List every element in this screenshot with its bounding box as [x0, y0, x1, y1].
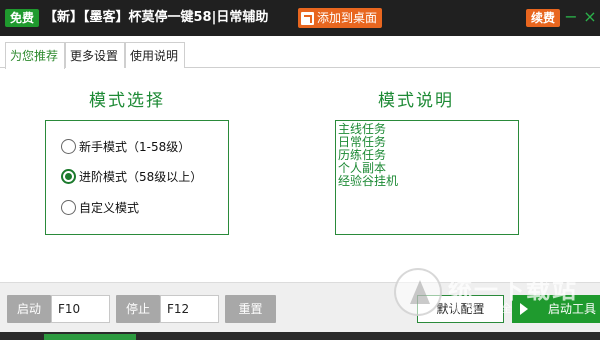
bottom-toolbar: 启动 F10 停止 F12 重置 默认配置 启动工具 [0, 282, 600, 332]
tab-bar: 为您推荐 更多设置 使用说明 [0, 42, 600, 69]
renew-button[interactable]: 续费 [526, 9, 561, 27]
radio-button-checked[interactable] [61, 168, 76, 184]
mode-option-label: 新手模式（1-58级） [79, 139, 191, 154]
mode-description-list[interactable]: 主线任务 日常任务 历练任务 个人副本 经验谷挂机 [335, 120, 519, 235]
stop-hotkey-label: 停止 [116, 295, 160, 323]
title-bar: 免费 【新】【墨客】杯莫停一键58|日常辅助 添加到桌面 续费 − × [0, 0, 600, 36]
start-hotkey-label: 启动 [7, 295, 51, 323]
description-line: 经验谷挂机 [338, 174, 399, 188]
minimize-icon[interactable]: − [564, 8, 578, 26]
status-accent [44, 334, 136, 340]
default-config-button[interactable]: 默认配置 [417, 295, 504, 323]
mode-select-group: 新手模式（1-58级） 进阶模式（58级以上） 自定义模式 [45, 120, 229, 235]
tab-instructions[interactable]: 使用说明 [125, 42, 185, 68]
mode-select-title: 模式选择 [89, 91, 165, 111]
play-icon [520, 303, 528, 315]
mode-option-label: 自定义模式 [79, 200, 140, 215]
radio-button[interactable] [61, 138, 76, 154]
add-to-desktop-button[interactable]: 添加到桌面 [298, 8, 383, 28]
start-hotkey-input[interactable]: F10 [51, 295, 110, 323]
tab-recommended[interactable]: 为您推荐 [5, 42, 65, 69]
mode-option-beginner[interactable]: 新手模式（1-58级） [61, 136, 190, 156]
stop-hotkey-input[interactable]: F12 [160, 295, 219, 323]
app-window: 免费 【新】【墨客】杯莫停一键58|日常辅助 添加到桌面 续费 − × 为您推荐… [0, 0, 600, 340]
reset-button[interactable]: 重置 [225, 295, 276, 323]
shortcut-icon [301, 11, 314, 25]
mode-option-advanced[interactable]: 进阶模式（58级以上） [61, 166, 202, 186]
mode-option-custom[interactable]: 自定义模式 [61, 197, 139, 217]
mode-option-label: 进阶模式（58级以上） [79, 169, 203, 184]
add-to-desktop-label: 添加到桌面 [317, 11, 378, 25]
mode-description-title: 模式说明 [378, 91, 454, 111]
tab-more-settings[interactable]: 更多设置 [65, 42, 125, 68]
radio-button[interactable] [61, 199, 76, 215]
window-title: 【新】【墨客】杯莫停一键58|日常辅助 [44, 10, 269, 25]
close-icon[interactable]: × [583, 8, 597, 26]
launch-tool-label: 启动工具 [547, 302, 596, 316]
launch-tool-button[interactable]: 启动工具 [512, 295, 600, 323]
status-bar [0, 332, 600, 340]
free-badge: 免费 [5, 9, 40, 27]
